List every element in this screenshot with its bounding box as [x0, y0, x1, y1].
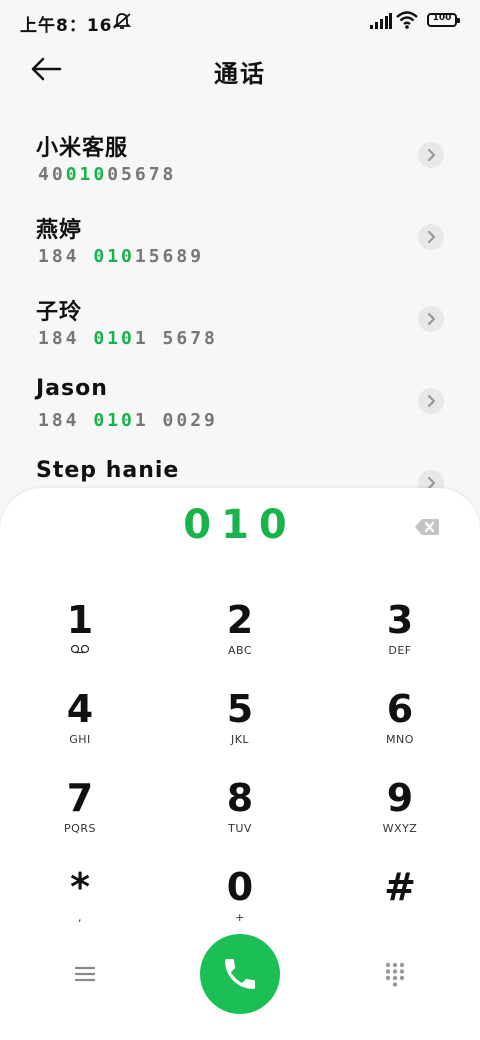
dial-key-8[interactable]: 8 TUV: [180, 778, 300, 850]
key-letters: [340, 911, 460, 925]
key-letters: +: [235, 911, 245, 924]
keypad-grid-icon[interactable]: [382, 961, 408, 987]
dial-key-7[interactable]: 7 PQRS: [20, 778, 140, 850]
contact-number: 184 0101 5678: [38, 328, 218, 349]
dialer-panel: 010 1 2 ABC 3 DEF 4 GHI 5 JKL 6 MNO 7 PQ…: [0, 488, 480, 1040]
key-digit: 1: [66, 598, 94, 642]
battery-icon: 100: [427, 13, 460, 27]
phone-icon: [225, 959, 255, 989]
chevron-right-icon: [427, 312, 436, 326]
dial-key-9[interactable]: 9 WXYZ: [340, 778, 460, 850]
chevron-right-icon: [427, 394, 436, 408]
dial-key-3[interactable]: 3 DEF: [340, 600, 460, 672]
key-letters: ABC: [227, 644, 253, 657]
backspace-icon[interactable]: [414, 518, 440, 536]
key-digit: 3: [386, 598, 414, 642]
contact-name: Jason: [36, 376, 108, 401]
dial-key-4[interactable]: 4 GHI: [20, 689, 140, 761]
key-letters: JKL: [230, 733, 250, 746]
page-title: 通话: [214, 60, 266, 88]
contact-number: 184 01015689: [38, 246, 205, 267]
key-digit: 7: [66, 776, 94, 820]
contact-detail-button[interactable]: [418, 388, 444, 414]
key-digit: 5: [226, 687, 254, 731]
key-digit: 9: [386, 776, 414, 820]
chevron-right-icon: [427, 148, 436, 162]
key-letters: [20, 644, 140, 658]
key-letters: WXYZ: [382, 822, 418, 835]
key-digit: 8: [226, 776, 254, 820]
voicemail-icon: [70, 644, 90, 654]
key-letters: GHI: [69, 733, 91, 746]
dial-key-star[interactable]: * ,: [20, 867, 140, 939]
battery-level: 100: [432, 13, 452, 23]
key-digit: 2: [226, 598, 254, 642]
contact-row[interactable]: 小米客服 4001005678: [36, 130, 444, 202]
contact-name: 子玲: [36, 300, 83, 325]
call-button[interactable]: [200, 934, 280, 1014]
dialed-number-display: 010: [183, 502, 297, 548]
contact-number: 184 0101 0029: [38, 410, 218, 431]
dial-key-0[interactable]: 0 +: [180, 867, 300, 939]
contact-name: Step hanie: [36, 458, 180, 483]
contact-detail-button[interactable]: [418, 306, 444, 332]
dial-key-hash[interactable]: #: [340, 867, 460, 939]
contact-number: 4001005678: [38, 164, 177, 185]
contact-name: 燕婷: [36, 218, 83, 243]
contact-name: 小米客服: [36, 136, 129, 161]
dial-key-1[interactable]: 1: [20, 600, 140, 672]
dial-key-6[interactable]: 6 MNO: [340, 689, 460, 761]
menu-icon[interactable]: [72, 961, 98, 987]
dial-key-2[interactable]: 2 ABC: [180, 600, 300, 672]
contact-row[interactable]: 燕婷 184 01015689: [36, 212, 444, 284]
key-digit: *: [70, 865, 90, 909]
key-letters: MNO: [386, 733, 414, 746]
contact-row[interactable]: Jason 184 0101 0029: [36, 376, 444, 448]
key-letters: DEF: [388, 644, 412, 657]
key-letters: TUV: [228, 822, 252, 835]
contact-detail-button[interactable]: [418, 224, 444, 250]
key-digit: #: [384, 865, 416, 909]
wifi-icon: [396, 11, 418, 29]
key-letters: PQRS: [64, 822, 96, 835]
dial-key-5[interactable]: 5 JKL: [180, 689, 300, 761]
status-time: 上午8：16: [20, 16, 113, 36]
key-digit: 4: [66, 687, 94, 731]
status-bar: 上午8：16 100: [0, 0, 480, 44]
chevron-right-icon: [427, 230, 436, 244]
key-digit: 6: [386, 687, 414, 731]
mute-bell-icon: [112, 13, 132, 29]
contact-row[interactable]: 子玲 184 0101 5678: [36, 294, 444, 366]
key-letters: ,: [78, 911, 82, 924]
key-digit: 0: [226, 865, 254, 909]
cell-signal-icon: [370, 13, 392, 29]
contact-detail-button[interactable]: [418, 142, 444, 168]
